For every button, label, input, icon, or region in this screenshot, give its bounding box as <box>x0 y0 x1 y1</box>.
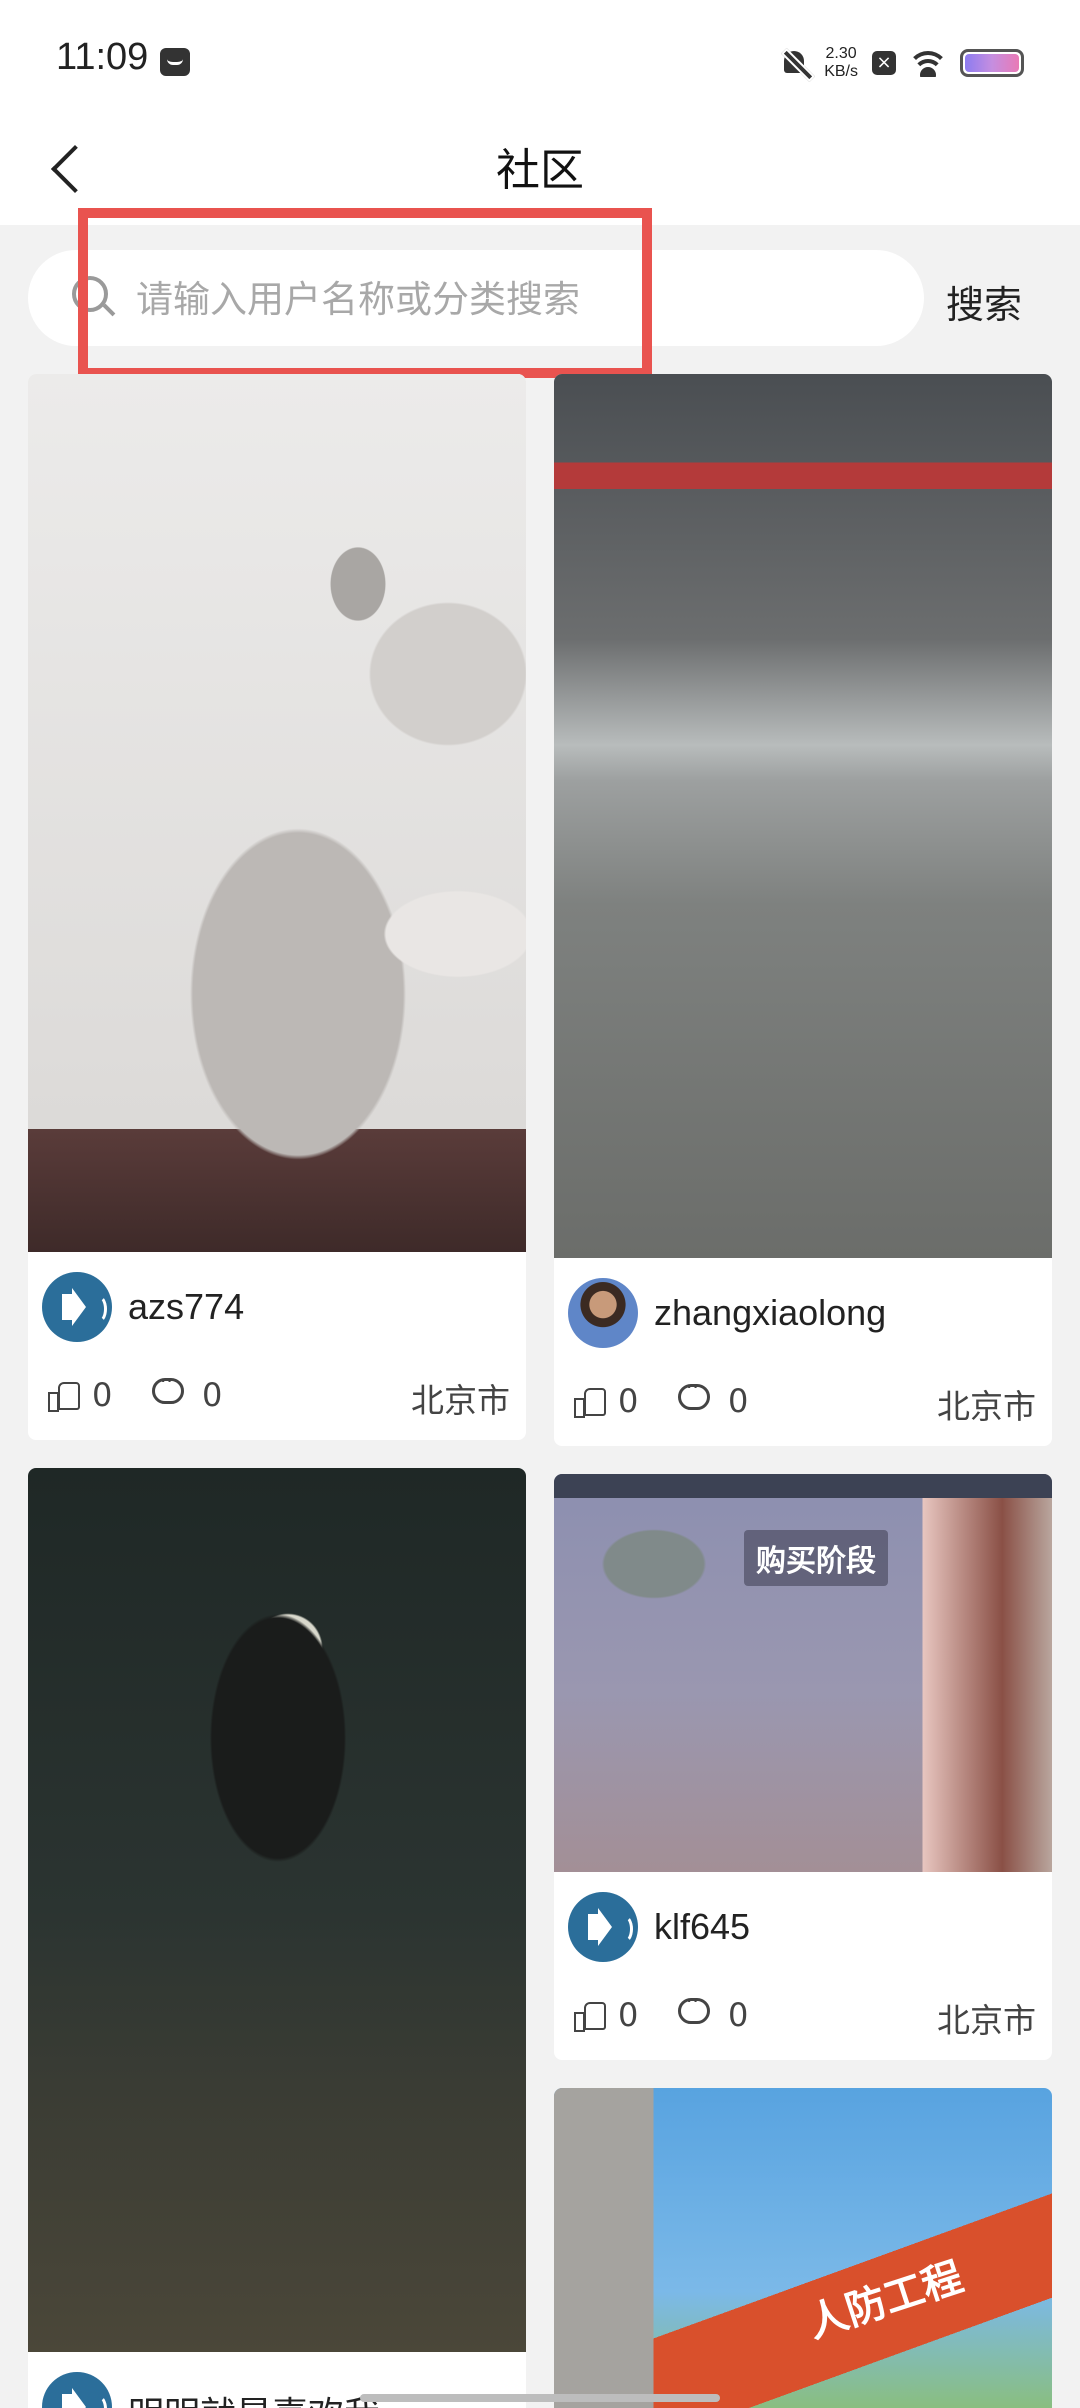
status-icons: 2.30 KB/s × <box>780 40 1024 86</box>
post-stats: 0 0 北京市 <box>48 1369 510 1420</box>
search-bar <box>28 250 924 346</box>
like-icon[interactable] <box>574 1386 606 1418</box>
avatar[interactable] <box>42 2372 112 2408</box>
location-label: 北京市 <box>937 1387 1036 1426</box>
wifi-icon <box>910 49 946 77</box>
post-card[interactable]: 购买阶段 klf645 0 0 北京市 <box>554 1474 1052 2060</box>
post-card[interactable]: azs774 0 0 北京市 <box>28 374 526 1440</box>
post-image-text: 购买阶段 <box>744 1530 888 1586</box>
location-label: 北京市 <box>411 1381 510 1420</box>
like-icon[interactable] <box>48 1380 80 1412</box>
status-bar: 11:09 2.30 KB/s × <box>0 0 1080 110</box>
post-stats: 0 0 北京市 <box>574 1989 1036 2040</box>
post-card[interactable]: 明明就是喜欢我 <box>28 1468 526 2408</box>
avatar[interactable] <box>568 1892 638 1962</box>
search-icon <box>72 276 108 312</box>
comment-icon[interactable] <box>678 1989 710 2024</box>
post-meta: klf645 0 0 北京市 <box>554 1872 1052 2060</box>
network-speed-value: 2.30 <box>825 45 857 62</box>
post-image[interactable] <box>28 1468 526 2352</box>
post-meta: azs774 0 0 北京市 <box>28 1252 526 1440</box>
speaker-icon <box>62 2388 107 2408</box>
comment-count: 0 <box>728 1382 749 1420</box>
battery-icon <box>960 49 1024 77</box>
header: 社区 <box>0 110 1080 225</box>
mail-notification-icon <box>160 48 190 76</box>
location-label: 北京市 <box>937 2001 1036 2040</box>
avatar[interactable] <box>568 1278 638 1348</box>
like-count: 0 <box>618 1996 639 2034</box>
post-meta: zhangxiaolong 0 0 北京市 <box>554 1258 1052 1446</box>
like-count: 0 <box>618 1382 639 1420</box>
comment-count: 0 <box>728 1996 749 2034</box>
post-stats: 0 0 北京市 <box>574 1375 1036 1426</box>
community-screen: 11:09 2.30 KB/s × 社区 搜索 <box>0 0 1080 2408</box>
network-speed: 2.30 KB/s <box>824 45 858 81</box>
speaker-icon <box>588 1908 633 1946</box>
username[interactable]: klf645 <box>654 1906 750 1948</box>
like-count: 0 <box>92 1376 113 1414</box>
comment-icon[interactable] <box>152 1369 184 1404</box>
username[interactable]: 明明就是喜欢我 <box>128 2386 380 2408</box>
post-image[interactable] <box>28 374 526 1252</box>
username[interactable]: zhangxiaolong <box>654 1292 886 1334</box>
network-speed-unit: KB/s <box>824 63 858 80</box>
search-input[interactable] <box>134 264 758 334</box>
username[interactable]: azs774 <box>128 1286 244 1328</box>
avatar[interactable] <box>42 1272 112 1342</box>
post-image[interactable]: 人防工程 <box>554 2088 1052 2408</box>
like-icon[interactable] <box>574 2000 606 2032</box>
mute-icon <box>780 47 816 82</box>
search-button[interactable]: 搜索 <box>946 274 1022 329</box>
x-badge-icon: × <box>872 51 896 75</box>
speaker-icon <box>62 1288 107 1326</box>
page-title: 社区 <box>496 145 584 196</box>
post-card[interactable]: 人防工程 <box>554 2088 1052 2408</box>
post-image[interactable] <box>554 374 1052 1258</box>
post-image-text: 人防工程 <box>802 2254 969 2348</box>
comment-count: 0 <box>202 1376 223 1414</box>
comment-icon[interactable] <box>678 1375 710 1410</box>
post-card[interactable]: zhangxiaolong 0 0 北京市 <box>554 374 1052 1446</box>
post-image[interactable]: 购买阶段 <box>554 1474 1052 1872</box>
home-indicator[interactable] <box>360 2394 720 2402</box>
status-time: 11:09 <box>56 36 149 78</box>
